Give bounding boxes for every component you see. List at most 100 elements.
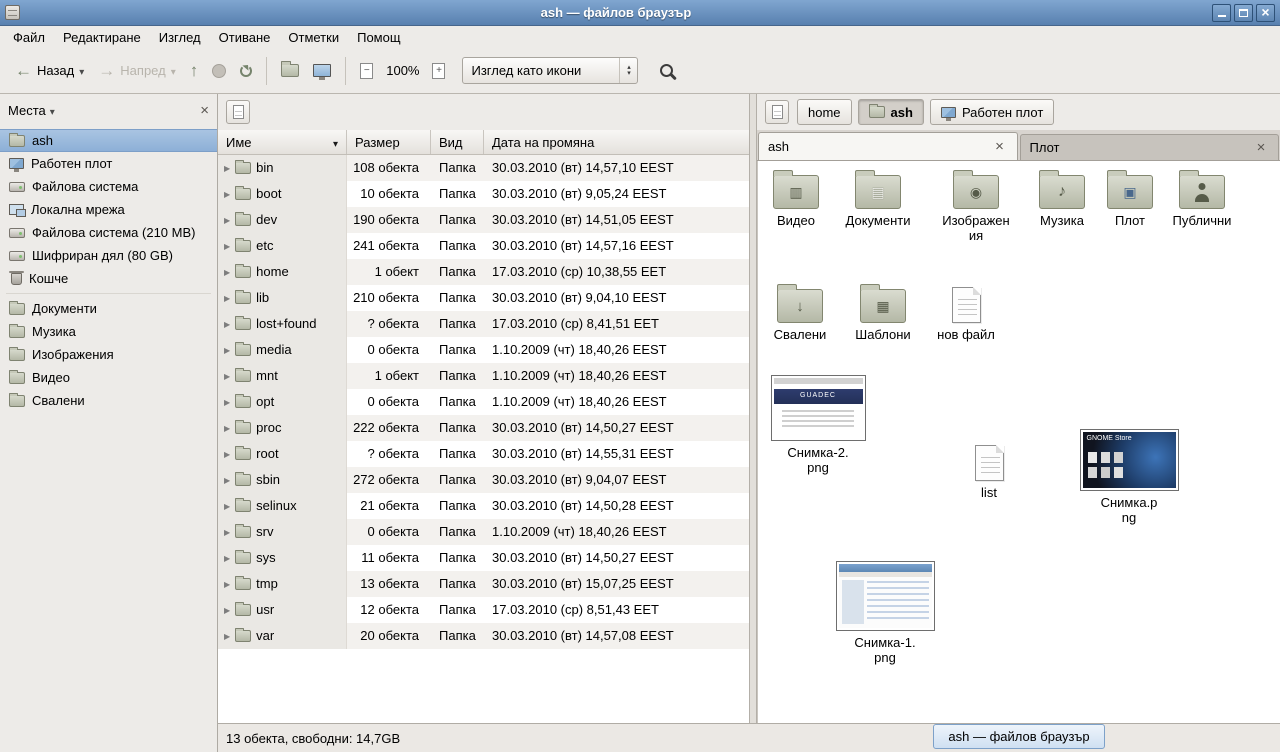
expander-icon[interactable] (224, 597, 230, 623)
forward-button[interactable]: Напред (91, 57, 182, 84)
file-row[interactable]: var20 обектаПапка30.03.2010 (вт) 14,57,0… (218, 623, 749, 649)
sidebar-item[interactable]: Музика (0, 320, 217, 343)
expander-icon[interactable] (224, 493, 230, 519)
folder-item[interactable]: Изображения (938, 169, 1014, 243)
home-button[interactable] (274, 59, 306, 82)
up-button[interactable] (183, 57, 206, 84)
menu-item[interactable]: Отметки (279, 28, 348, 47)
column-header[interactable]: Размер (347, 130, 431, 154)
image-item[interactable]: Снимка-1.png (833, 561, 937, 665)
expander-icon[interactable] (224, 207, 230, 233)
expander-icon[interactable] (224, 155, 230, 181)
folder-item[interactable]: Публични (1164, 169, 1240, 229)
maximize-button[interactable] (1234, 4, 1253, 22)
tab-active[interactable]: ash (758, 132, 1018, 160)
sidebar-item[interactable]: Кошче (0, 267, 217, 290)
computer-button[interactable] (306, 59, 338, 82)
folder-item[interactable]: Плот (1092, 169, 1168, 229)
folder-item[interactable]: Документи (840, 169, 916, 229)
file-row[interactable]: selinux21 обектаПапка30.03.2010 (вт) 14,… (218, 493, 749, 519)
tab-inactive[interactable]: Плот (1020, 134, 1280, 160)
file-row[interactable]: boot10 обектаПапка30.03.2010 (вт) 9,05,2… (218, 181, 749, 207)
column-header[interactable]: Дата на промяна (484, 130, 749, 154)
expander-icon[interactable] (224, 389, 230, 415)
breadcrumb-button[interactable]: home (797, 99, 852, 125)
column-header[interactable]: Вид (431, 130, 484, 154)
expander-icon[interactable] (224, 285, 230, 311)
file-row[interactable]: mnt1 обектПапка1.10.2009 (чт) 18,40,26 E… (218, 363, 749, 389)
sidebar-item[interactable]: ash (0, 129, 217, 152)
image-item[interactable]: GUADECСнимка-2.png (766, 375, 870, 475)
sidebar-item[interactable]: Документи (0, 297, 217, 320)
sidebar-mode-dropdown-icon[interactable] (50, 103, 55, 118)
zoom-in-button[interactable] (425, 58, 452, 84)
pane-splitter[interactable] (749, 94, 757, 723)
file-row[interactable]: etc241 обектаПапка30.03.2010 (вт) 14,57,… (218, 233, 749, 259)
folder-item[interactable]: Видео (758, 169, 834, 229)
file-row[interactable]: root? обектаПапка30.03.2010 (вт) 14,55,3… (218, 441, 749, 467)
file-row[interactable]: proc222 обектаПапка30.03.2010 (вт) 14,50… (218, 415, 749, 441)
back-history-dropdown-icon[interactable] (79, 63, 84, 78)
file-row[interactable]: srv0 обектаПапка1.10.2009 (чт) 18,40,26 … (218, 519, 749, 545)
sidebar-item[interactable]: Файлова система (210 MB) (0, 221, 217, 244)
menu-item[interactable]: Помощ (348, 28, 409, 47)
sidebar-title[interactable]: Места (8, 103, 46, 118)
folder-item[interactable]: Музика (1024, 169, 1100, 229)
sidebar-close-button[interactable] (200, 103, 209, 118)
file-row[interactable]: tmp13 обектаПапка30.03.2010 (вт) 15,07,2… (218, 571, 749, 597)
back-button[interactable]: Назад (8, 57, 91, 84)
location-toggle-button[interactable] (226, 100, 250, 124)
minimize-button[interactable] (1212, 4, 1231, 22)
breadcrumb-button[interactable]: Работен плот (930, 99, 1054, 125)
menu-item[interactable]: Файл (4, 28, 54, 47)
expander-icon[interactable] (224, 467, 230, 493)
search-button[interactable] (650, 55, 682, 87)
folder-item[interactable]: Шаблони (845, 283, 921, 343)
close-button[interactable] (1256, 4, 1275, 22)
file-row[interactable]: usr12 обектаПапка17.03.2010 (ср) 8,51,43… (218, 597, 749, 623)
sidebar-item[interactable]: Работен плот (0, 152, 217, 175)
view-mode-spinner[interactable] (619, 58, 637, 83)
menu-item[interactable]: Редактиране (54, 28, 150, 47)
breadcrumb-button[interactable]: ash (858, 99, 924, 125)
column-header[interactable]: Име (218, 130, 347, 154)
sidebar-item[interactable]: Видео (0, 366, 217, 389)
tab-close-button[interactable] (1253, 140, 1269, 155)
menu-item[interactable]: Отиване (210, 28, 280, 47)
zoom-out-button[interactable] (353, 58, 380, 84)
taskbar-window-button[interactable]: ash — файлов браузър (933, 724, 1105, 749)
sidebar-item[interactable]: Шифриран дял (80 GB) (0, 244, 217, 267)
expander-icon[interactable] (224, 571, 230, 597)
file-row[interactable]: sbin272 обектаПапка30.03.2010 (вт) 9,04,… (218, 467, 749, 493)
file-row[interactable]: home1 обектПапка17.03.2010 (ср) 10,38,55… (218, 259, 749, 285)
sidebar-item[interactable]: Файлова система (0, 175, 217, 198)
stop-button[interactable] (205, 59, 233, 83)
file-row[interactable]: sys11 обектаПапка30.03.2010 (вт) 14,50,2… (218, 545, 749, 571)
file-item[interactable]: list (951, 443, 1027, 501)
image-item[interactable]: GNOME StoreСнимка.png (1077, 429, 1181, 525)
sidebar-item[interactable]: Свалени (0, 389, 217, 412)
folder-item[interactable]: Свалени (762, 283, 838, 343)
expander-icon[interactable] (224, 441, 230, 467)
expander-icon[interactable] (224, 623, 230, 649)
view-mode-select[interactable]: Изглед като икони (462, 57, 638, 84)
file-row[interactable]: media0 обектаПапка1.10.2009 (чт) 18,40,2… (218, 337, 749, 363)
reload-button[interactable] (233, 60, 259, 82)
sidebar-item[interactable]: Изображения (0, 343, 217, 366)
expander-icon[interactable] (224, 363, 230, 389)
menu-item[interactable]: Изглед (150, 28, 210, 47)
expander-icon[interactable] (224, 181, 230, 207)
expander-icon[interactable] (224, 337, 230, 363)
expander-icon[interactable] (224, 233, 230, 259)
expander-icon[interactable] (224, 545, 230, 571)
expander-icon[interactable] (224, 311, 230, 337)
location-toggle-button[interactable] (765, 100, 789, 124)
file-row[interactable]: opt0 обектаПапка1.10.2009 (чт) 18,40,26 … (218, 389, 749, 415)
file-item[interactable]: нов файл (928, 285, 1004, 343)
file-row[interactable]: dev190 обектаПапка30.03.2010 (вт) 14,51,… (218, 207, 749, 233)
expander-icon[interactable] (224, 519, 230, 545)
file-row[interactable]: bin108 обектаПапка30.03.2010 (вт) 14,57,… (218, 155, 749, 181)
sidebar-item[interactable]: Локална мрежа (0, 198, 217, 221)
titlebar[interactable]: ash — файлов браузър (0, 0, 1280, 26)
file-row[interactable]: lost+found? обектаПапка17.03.2010 (ср) 8… (218, 311, 749, 337)
